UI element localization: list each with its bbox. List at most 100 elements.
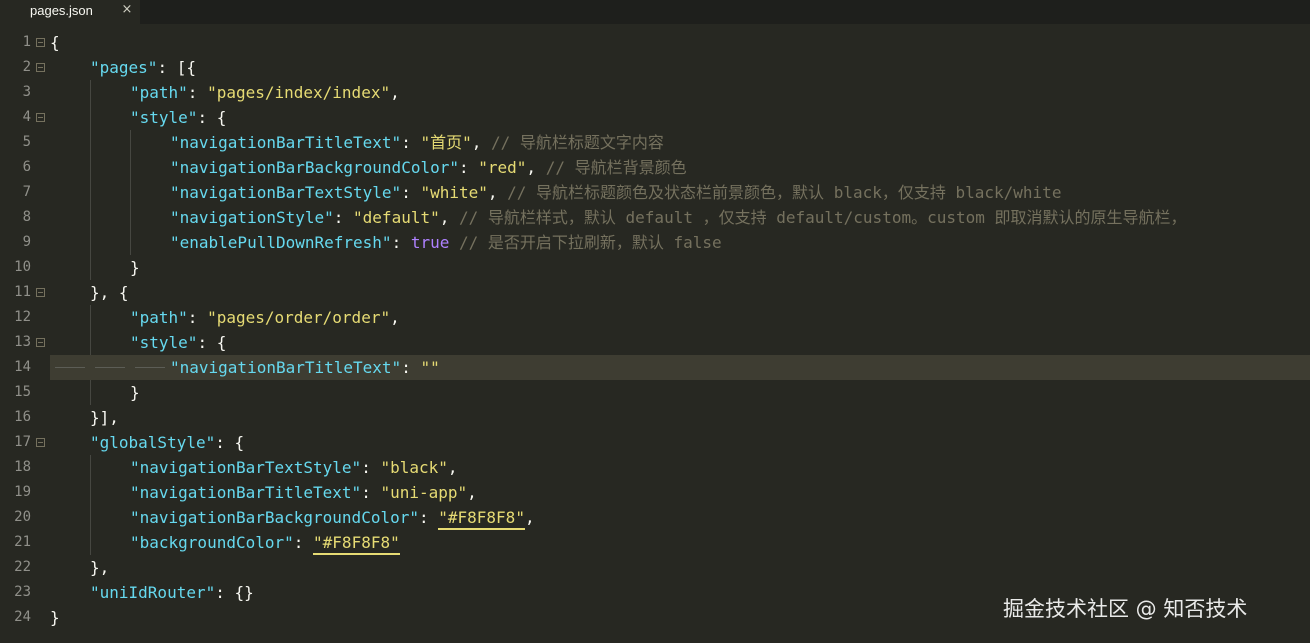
punctuation: ,: [439, 208, 459, 227]
code-line[interactable]: 9 "enablePullDownRefresh": true // 是否开启下…: [0, 230, 1310, 255]
code-line[interactable]: 18 "navigationBarTextStyle": "black",: [0, 455, 1310, 480]
punctuation: ,: [526, 158, 546, 177]
fold-icon[interactable]: [36, 38, 45, 47]
json-key: "style": [130, 333, 198, 352]
indent-guide: [90, 180, 91, 205]
indent-guide: [130, 205, 131, 230]
fold-icon[interactable]: [36, 338, 45, 347]
code-line[interactable]: 13 "style": {: [0, 330, 1310, 355]
code-line[interactable]: 15 }: [0, 380, 1310, 405]
json-key: "path": [130, 83, 188, 102]
line-number: 22: [14, 559, 31, 575]
punctuation: }: [130, 383, 140, 402]
code-line[interactable]: 3 "path": "pages/index/index",: [0, 80, 1310, 105]
line-number: 1: [22, 34, 31, 50]
punctuation: }: [130, 258, 140, 277]
tab-label: pages.json: [30, 3, 93, 18]
code-comment: // 导航栏样式，默认 default ，仅支持 default/custom。…: [459, 208, 1187, 227]
line-number: 16: [14, 409, 31, 425]
json-string: "pages/index/index": [207, 83, 391, 102]
line-number: 9: [22, 234, 31, 250]
code-line[interactable]: 21 "backgroundColor": "#F8F8F8": [0, 530, 1310, 555]
json-key: "navigationBarBackgroundColor": [130, 508, 419, 527]
code-line[interactable]: 19 "navigationBarTitleText": "uni-app",: [0, 480, 1310, 505]
punctuation: }, {: [90, 283, 129, 302]
watermark: 掘金技术社区 @ 知否技术: [1003, 597, 1248, 621]
code-comment: // 导航栏背景颜色: [545, 158, 687, 177]
json-string-color: "#F8F8F8": [438, 508, 525, 530]
indent-guide: [90, 255, 91, 280]
line-number: 7: [22, 184, 31, 200]
json-key: "navigationBarBackgroundColor": [170, 158, 459, 177]
json-key: "backgroundColor": [130, 533, 294, 552]
punctuation: },: [90, 558, 110, 577]
indent-guide: [90, 530, 91, 555]
punctuation: :: [187, 308, 208, 327]
json-key: "navigationBarTitleText": [170, 358, 402, 377]
punctuation: :: [361, 483, 381, 502]
punctuation: }],: [90, 408, 119, 427]
code-comment: // 导航栏标题颜色及状态栏前景颜色，默认 black，仅支持 black/wh…: [507, 183, 1062, 202]
fold-icon[interactable]: [36, 438, 45, 447]
punctuation: : {: [215, 433, 245, 452]
punctuation: : {: [197, 108, 227, 127]
code-line[interactable]: 11 }, {: [0, 280, 1310, 305]
code-line[interactable]: 8 "navigationStyle": "default", // 导航栏样式…: [0, 205, 1310, 230]
code-line[interactable]: 6 "navigationBarBackgroundColor": "red",…: [0, 155, 1310, 180]
json-string: "black": [380, 458, 448, 477]
code-line-current[interactable]: 14 "navigationBarTitleText": "": [0, 355, 1310, 380]
line-number: 24: [14, 609, 31, 625]
punctuation: ,: [390, 83, 400, 102]
json-key: "navigationBarTextStyle": [170, 183, 402, 202]
fold-icon[interactable]: [36, 113, 45, 122]
punctuation: : {: [197, 333, 227, 352]
json-string: "pages/order/order": [207, 308, 391, 327]
close-icon[interactable]: ×: [120, 2, 134, 20]
code-editor[interactable]: pages.json × 1 { 2 "pages": [{ 3 "path":…: [0, 0, 1310, 643]
indent-guide: [130, 230, 131, 255]
fold-icon[interactable]: [36, 63, 45, 72]
code-area[interactable]: 1 { 2 "pages": [{ 3 "path": "pages/index…: [0, 30, 1310, 630]
indent-guide: [90, 380, 91, 405]
json-key: "navigationBarTextStyle": [130, 458, 362, 477]
indent-guide: [90, 80, 91, 105]
line-number: 8: [22, 209, 31, 225]
code-line[interactable]: 5 "navigationBarTitleText": "首页", // 导航栏…: [0, 130, 1310, 155]
punctuation: :: [187, 83, 208, 102]
fold-icon[interactable]: [36, 288, 45, 297]
code-line[interactable]: 16 }],: [0, 405, 1310, 430]
punctuation: :: [418, 508, 439, 527]
tab-pages-json[interactable]: pages.json ×: [0, 0, 140, 24]
indent-guide: [130, 155, 131, 180]
code-line[interactable]: 22 },: [0, 555, 1310, 580]
line-number: 20: [14, 509, 31, 525]
line-number: 15: [14, 384, 31, 400]
line-number: 4: [22, 109, 31, 125]
punctuation: :: [401, 133, 421, 152]
punctuation: ,: [524, 508, 535, 527]
code-line[interactable]: 7 "navigationBarTextStyle": "white", // …: [0, 180, 1310, 205]
json-string: "首页": [420, 133, 472, 152]
code-line[interactable]: 20 "navigationBarBackgroundColor": "#F8F…: [0, 505, 1310, 530]
line-number: 5: [22, 134, 31, 150]
code-line[interactable]: 10 }: [0, 255, 1310, 280]
punctuation: :: [401, 358, 421, 377]
punctuation: {: [50, 33, 60, 52]
punctuation: : [{: [157, 58, 196, 77]
json-key: "navigationBarTitleText": [130, 483, 362, 502]
code-line[interactable]: 4 "style": {: [0, 105, 1310, 130]
code-line[interactable]: 17 "globalStyle": {: [0, 430, 1310, 455]
json-key: "uniIdRouter": [90, 583, 216, 602]
code-line[interactable]: 12 "path": "pages/order/order",: [0, 305, 1310, 330]
indent-guide: [90, 305, 91, 330]
punctuation: ,: [447, 458, 458, 477]
code-line[interactable]: 2 "pages": [{: [0, 55, 1310, 80]
json-string: "default": [353, 208, 440, 227]
indent-guide: [90, 480, 91, 505]
indent-guide: [130, 130, 131, 155]
code-line[interactable]: 1 {: [0, 30, 1310, 55]
json-key: "navigationBarTitleText": [170, 133, 402, 152]
punctuation: :: [391, 233, 411, 252]
json-string: "white": [420, 183, 488, 202]
punctuation: ,: [487, 183, 508, 202]
